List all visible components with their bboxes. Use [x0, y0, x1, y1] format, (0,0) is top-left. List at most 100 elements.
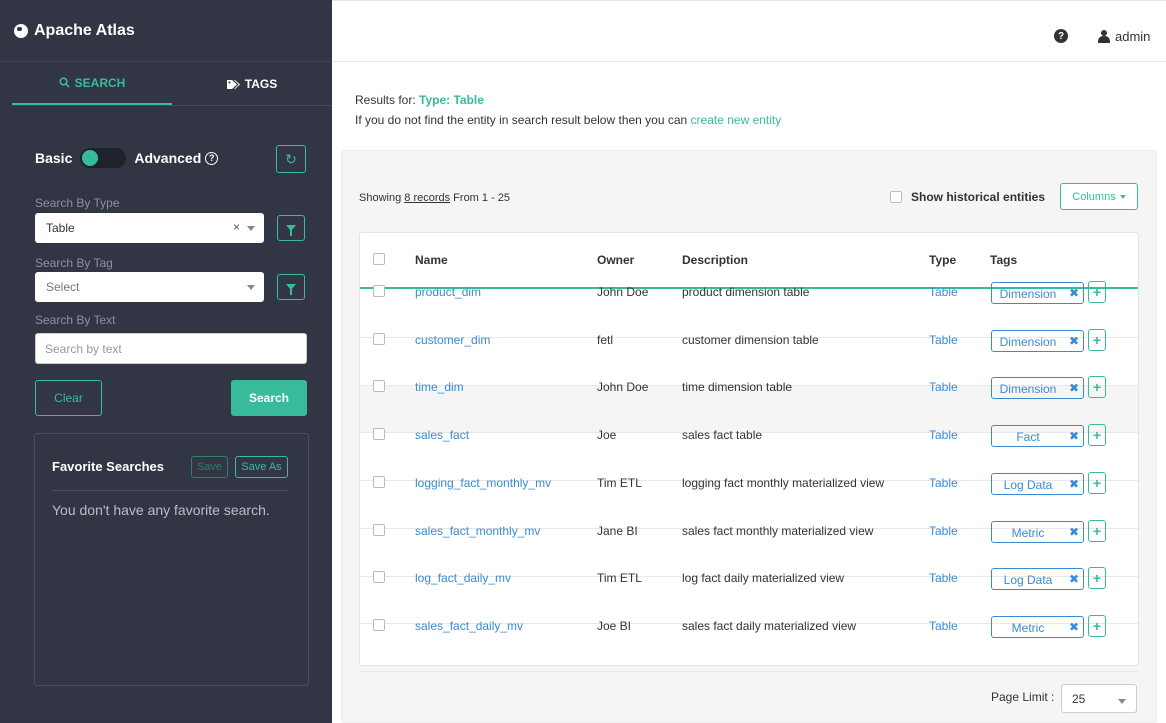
refresh-button[interactable]: ↻ [276, 145, 306, 173]
clear-button[interactable]: Clear [35, 380, 102, 416]
tag-badge[interactable]: Dimension ✖ [991, 329, 1084, 352]
row-checkbox[interactable] [373, 571, 385, 584]
entity-description: log fact daily materialized view [682, 571, 845, 586]
add-tag-icon[interactable]: + [1088, 376, 1106, 399]
row-checkbox[interactable] [373, 618, 385, 631]
help-icon[interactable]: ? [1054, 29, 1068, 43]
entity-type-link[interactable]: Table [929, 476, 958, 490]
tag-badge[interactable]: Metric ✖ [991, 520, 1084, 543]
header-type[interactable]: Type [929, 253, 956, 267]
add-tag-icon[interactable]: + [1088, 614, 1106, 637]
entity-name-link[interactable]: product_dim [415, 285, 481, 299]
entity-name-link[interactable]: sales_fact [415, 428, 469, 442]
header-tags[interactable]: Tags [990, 253, 1017, 267]
type-select[interactable]: Table × [35, 213, 264, 243]
save-favorite-button[interactable]: Save [191, 456, 228, 478]
tag-badge[interactable]: Dimension ✖ [991, 282, 1084, 304]
header-description[interactable]: Description [682, 253, 748, 267]
sidebar: Apache Atlas SEARCH TAGS Basic Advanced … [0, 0, 332, 723]
user-menu[interactable]: admin [1098, 29, 1150, 44]
row-checkbox[interactable] [373, 475, 385, 488]
entity-type-link[interactable]: Table [929, 333, 958, 347]
add-tag-icon[interactable]: + [1088, 328, 1106, 351]
entity-type-link[interactable]: Table [929, 571, 958, 585]
search-text-input[interactable]: Search by text [35, 333, 307, 364]
entity-name-link[interactable]: customer_dim [415, 333, 490, 347]
results-query: Type: Table [419, 93, 484, 107]
columns-label: Columns [1072, 190, 1116, 203]
save-as-favorite-button[interactable]: Save As [235, 456, 288, 478]
add-tag-icon[interactable]: + [1088, 567, 1106, 590]
page-limit-select[interactable]: 25 [1061, 684, 1137, 713]
question-circle-icon[interactable]: ? [205, 151, 219, 165]
tag-label: Log Data [1003, 573, 1053, 588]
tag-label: Metric [1011, 620, 1045, 635]
tag-badge[interactable]: Dimension ✖ [991, 377, 1084, 400]
row-checkbox[interactable] [373, 332, 385, 345]
entity-type-link[interactable]: Table [929, 428, 958, 442]
create-entity-link[interactable]: create new entity [691, 113, 782, 127]
remove-tag-icon[interactable]: ✖ [1069, 620, 1079, 634]
tag-badge[interactable]: Metric ✖ [991, 615, 1084, 638]
entity-type-link[interactable]: Table [929, 524, 958, 538]
favorites-divider [52, 490, 289, 491]
tag-badge[interactable]: Fact ✖ [991, 425, 1084, 448]
tab-tags[interactable]: TAGS [172, 62, 332, 106]
tag-select[interactable]: Select [35, 272, 264, 302]
remove-tag-icon[interactable]: ✖ [1069, 525, 1079, 539]
entity-description: customer dimension table [682, 332, 819, 347]
search-text-placeholder: Search by text [45, 341, 122, 356]
remove-tag-icon[interactable]: ✖ [1069, 334, 1079, 348]
entity-type-link[interactable]: Table [929, 619, 958, 633]
sidebar-tabs: SEARCH TAGS [12, 62, 332, 106]
table-row[interactable]: sales_fact_daily_mv Joe BI sales fact dail… [360, 614, 1138, 672]
tab-search[interactable]: SEARCH [12, 62, 172, 106]
remove-tag-icon[interactable]: ✖ [1069, 429, 1079, 443]
type-filter-button[interactable] [277, 215, 305, 241]
basic-label: Basic [35, 150, 73, 166]
remove-tag-icon[interactable]: ✖ [1069, 572, 1079, 586]
entity-name-link[interactable]: time_dim [415, 380, 464, 394]
entity-type-link[interactable]: Table [929, 380, 958, 394]
add-tag-icon[interactable]: + [1088, 471, 1106, 494]
select-all-checkbox[interactable] [373, 253, 385, 265]
entity-owner: Joe BI [597, 618, 632, 633]
row-checkbox[interactable] [373, 523, 385, 536]
header-owner[interactable]: Owner [597, 253, 634, 267]
row-checkbox[interactable] [373, 380, 385, 393]
tag-badge[interactable]: Log Data ✖ [991, 472, 1084, 495]
entity-description: sales fact daily materialized view [682, 618, 857, 633]
search-mode-switch[interactable] [80, 148, 127, 168]
remove-tag-icon[interactable]: ✖ [1069, 477, 1079, 491]
historical-checkbox[interactable] [890, 191, 902, 203]
search-button[interactable]: Search [231, 380, 307, 416]
user-icon [1098, 30, 1110, 43]
header-name[interactable]: Name [415, 253, 448, 267]
clear-icon[interactable]: × [233, 220, 240, 234]
entity-name-link[interactable]: logging_fact_monthly_mv [415, 476, 551, 490]
search-by-type-label: Search By Type [35, 196, 120, 210]
historical-label: Show historical entities [911, 190, 1046, 204]
records-count-link[interactable]: 8 records [404, 192, 450, 204]
search-icon [59, 77, 70, 88]
tag-badge[interactable]: Log Data ✖ [991, 568, 1084, 591]
add-tag-icon[interactable]: + [1088, 424, 1106, 447]
tag-select-value: Select [46, 280, 80, 294]
app-title: Apache Atlas [34, 21, 135, 39]
entity-name-link[interactable]: log_fact_daily_mv [415, 571, 511, 585]
remove-tag-icon[interactable]: ✖ [1069, 286, 1079, 300]
entity-name-link[interactable]: sales_fact_daily_mv [415, 619, 523, 633]
historical-toggle[interactable]: Show historical entities [890, 190, 1045, 204]
remove-tag-icon[interactable]: ✖ [1069, 381, 1079, 395]
entity-type-link[interactable]: Table [929, 285, 958, 299]
row-checkbox[interactable] [373, 285, 385, 297]
add-tag-icon[interactable]: + [1088, 519, 1106, 542]
tag-filter-button[interactable] [277, 274, 305, 300]
entity-owner: Joe [597, 428, 617, 443]
columns-button[interactable]: Columns [1060, 183, 1138, 210]
app-brand[interactable]: Apache Atlas [0, 0, 332, 62]
entity-name-link[interactable]: sales_fact_monthly_mv [415, 524, 540, 538]
row-checkbox[interactable] [373, 428, 385, 441]
add-tag-icon[interactable]: + [1088, 281, 1106, 303]
advanced-label: Advanced [134, 150, 202, 166]
